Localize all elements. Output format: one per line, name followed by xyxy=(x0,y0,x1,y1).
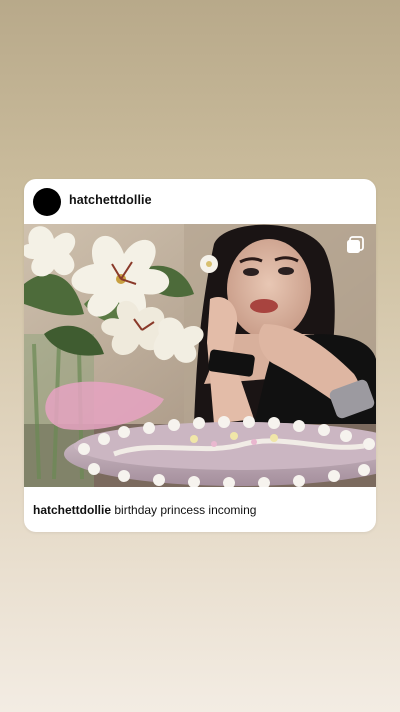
caption-username[interactable]: hatchettdollie xyxy=(33,503,111,517)
post-username[interactable]: hatchettdollie xyxy=(69,193,152,207)
post-caption: hatchettdollie birthday princess incomin… xyxy=(33,503,256,517)
post-photo[interactable] xyxy=(24,224,376,487)
caption-text: birthday princess incoming xyxy=(114,503,257,517)
avatar[interactable] xyxy=(33,188,61,216)
post-header: hatchettdollie xyxy=(24,179,376,224)
story-shared-post-card[interactable]: hatchettdollie hatchettdollie birthday p… xyxy=(24,179,376,532)
photo-illustration xyxy=(24,224,376,487)
multiple-photos-icon xyxy=(347,236,364,253)
